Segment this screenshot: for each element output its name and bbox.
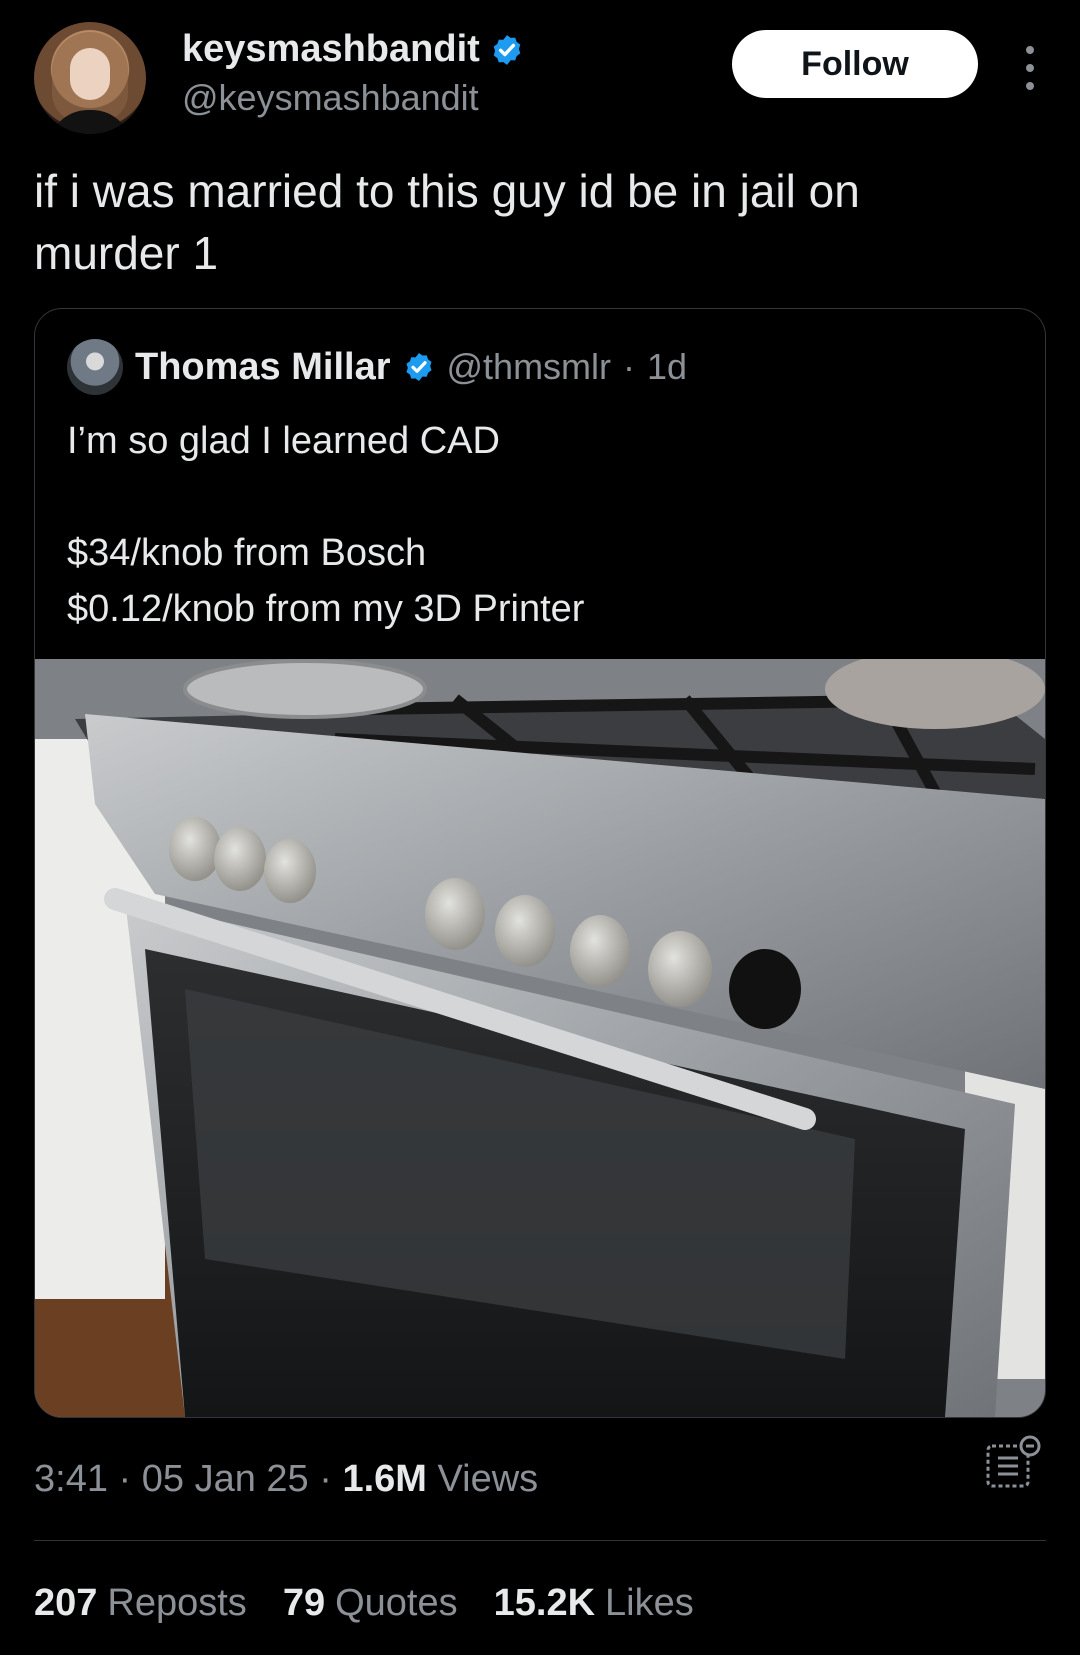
tweet-time[interactable]: 3:41 — [34, 1458, 108, 1500]
quoted-author-name[interactable]: Thomas Millar — [135, 346, 391, 389]
tweet-header: keysmashbandit @keysmashbandit Follow — [34, 22, 1040, 137]
meta-separator: · — [319, 1458, 332, 1500]
quoted-separator: · — [623, 346, 636, 387]
divider — [34, 1540, 1046, 1541]
stove-photo[interactable] — [35, 659, 1045, 1417]
engagement-stats: 207 Reposts 79 Quotes 15.2K Likes — [34, 1582, 694, 1625]
quoted-line: I’m so glad I learned CAD — [67, 420, 500, 462]
tweet-text-line: murder 1 — [34, 227, 219, 279]
more-dot — [1026, 64, 1034, 72]
quoted-author-avatar[interactable] — [67, 339, 123, 395]
pan-lid — [183, 659, 427, 719]
stove-illustration — [35, 659, 1045, 1417]
quoted-line: $0.12/knob from my 3D Printer — [67, 588, 585, 630]
views-label: Views — [437, 1458, 539, 1500]
views-count: 1.6M — [342, 1458, 427, 1500]
author-names: keysmashbandit @keysmashbandit — [182, 28, 524, 119]
quotes-stat[interactable]: 79 Quotes — [283, 1582, 458, 1625]
quoted-line: $34/knob from Bosch — [67, 532, 427, 574]
likes-count: 15.2K — [493, 1582, 596, 1624]
avatar-face — [70, 48, 110, 100]
author-handle[interactable]: @keysmashbandit — [182, 77, 524, 119]
tweet-date[interactable]: 05 Jan 25 — [142, 1458, 309, 1500]
tweet-meta: 3:41 · 05 Jan 25 · 1.6M Views — [34, 1458, 538, 1501]
author-avatar[interactable] — [34, 22, 146, 134]
author-display-name[interactable]: keysmashbandit — [182, 28, 524, 71]
meta-separator: · — [118, 1458, 132, 1500]
analytics-icon[interactable] — [982, 1432, 1046, 1496]
quoted-tweet-header: Thomas Millar @thmsmlr · 1d — [67, 339, 687, 395]
verified-badge-icon — [493, 34, 521, 65]
reposts-stat[interactable]: 207 Reposts — [34, 1582, 247, 1625]
verified-badge-icon — [405, 353, 432, 381]
likes-stat[interactable]: 15.2K Likes — [494, 1582, 694, 1625]
follow-button[interactable]: Follow — [732, 30, 978, 98]
tweet-text: if i was married to this guy id be in ja… — [34, 160, 1034, 284]
reposts-count: 207 — [34, 1582, 98, 1624]
quotes-count: 79 — [282, 1582, 326, 1624]
quotes-label: Quotes — [335, 1582, 458, 1624]
more-dot — [1026, 82, 1034, 90]
tweet-text-line: if i was married to this guy id be in ja… — [34, 165, 860, 217]
quoted-tweet-body: I’m so glad I learned CAD $34/knob from … — [67, 413, 1007, 637]
more-vertical-icon[interactable] — [1020, 46, 1040, 90]
likes-label: Likes — [605, 1582, 694, 1624]
quoted-time[interactable]: 1d — [647, 346, 687, 388]
more-dot — [1026, 46, 1034, 54]
quoted-author-handle[interactable]: @thmsmlr — [447, 346, 612, 388]
quoted-tweet-card[interactable]: Thomas Millar @thmsmlr · 1d I’m so glad … — [34, 308, 1046, 1418]
reposts-label: Reposts — [107, 1582, 247, 1624]
author-display-name-text[interactable]: keysmashbandit — [182, 28, 480, 71]
